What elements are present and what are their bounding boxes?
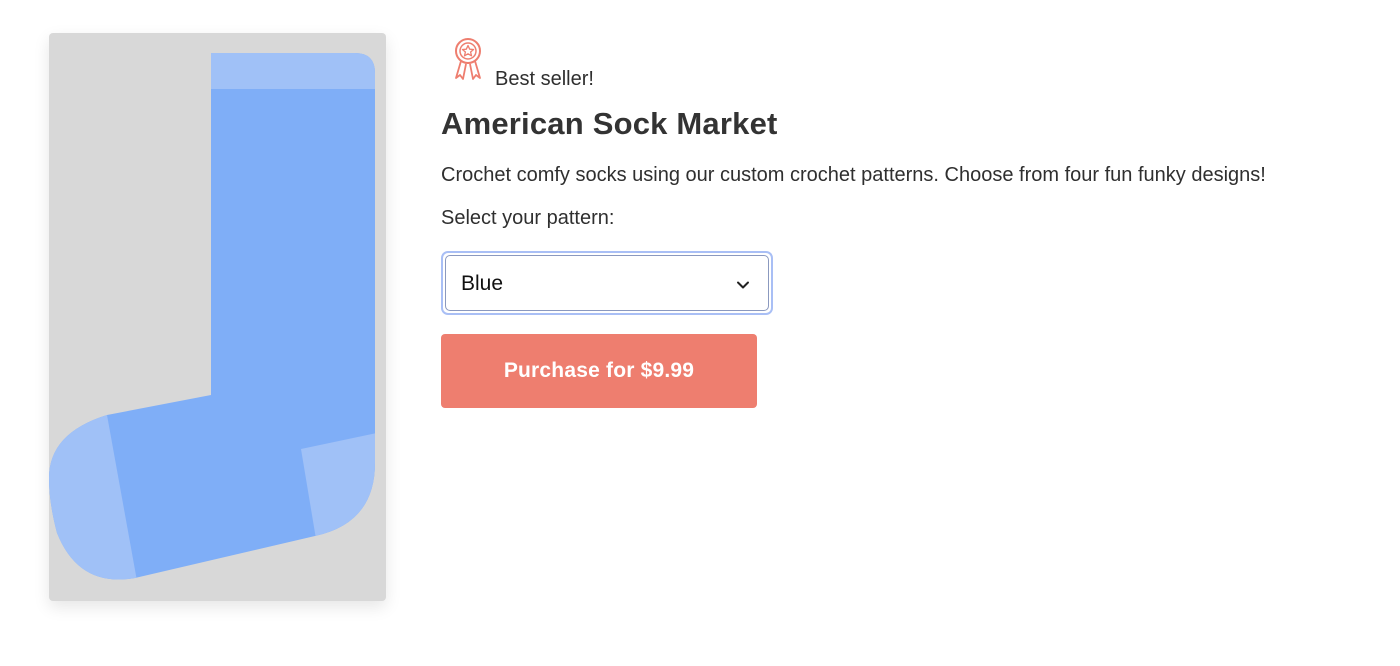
award-ribbon-icon <box>455 38 481 80</box>
product-description: Crochet comfy socks using our custom cro… <box>441 164 1266 186</box>
product-page: Best seller! American Sock Market Croche… <box>0 0 1400 666</box>
sock-illustration <box>49 53 375 580</box>
best-seller-badge: Best seller! <box>441 36 1381 94</box>
pattern-select-value: Blue <box>461 272 504 295</box>
pattern-select-label: Select your pattern: <box>441 207 615 229</box>
pattern-select-focus-ring: Blue <box>441 251 773 315</box>
product-title: American Sock Market <box>441 106 778 141</box>
pattern-select[interactable]: Blue <box>445 255 769 311</box>
product-details: Best seller! American Sock Market Croche… <box>441 36 1381 408</box>
best-seller-label: Best seller! <box>495 68 594 90</box>
product-image <box>49 33 386 601</box>
purchase-button[interactable]: Purchase for $9.99 <box>441 334 757 408</box>
chevron-down-icon <box>737 281 749 289</box>
